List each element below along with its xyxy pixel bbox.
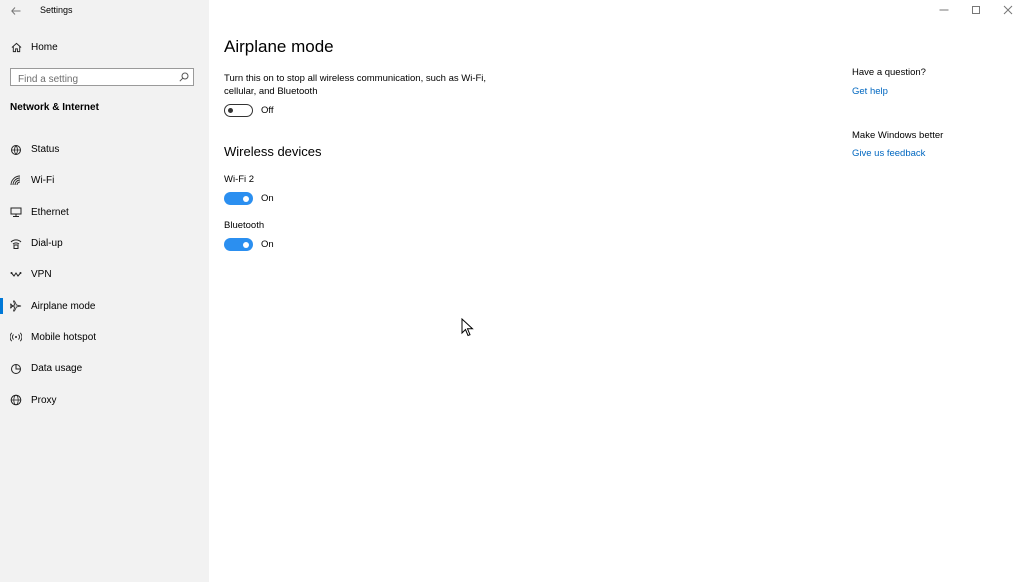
close-button[interactable]	[992, 0, 1024, 20]
window-controls	[928, 0, 1024, 20]
bluetooth-toggle[interactable]	[224, 238, 253, 251]
toggle-knob	[228, 107, 233, 113]
wifi-toggle-state: On	[261, 193, 274, 204]
sidebar-item-airplane-mode[interactable]: Airplane mode	[0, 290, 209, 321]
sidebar-item-label: Airplane mode	[31, 300, 96, 312]
proxy-icon	[10, 394, 22, 406]
sidebar-item-home[interactable]: Home	[0, 36, 209, 58]
sidebar-item-label: Proxy	[31, 394, 57, 406]
sidebar-item-label: Wi-Fi	[31, 175, 55, 187]
sidebar-item-proxy[interactable]: Proxy	[0, 384, 209, 415]
mouse-cursor-icon	[461, 318, 474, 337]
sidebar-item-vpn[interactable]: VPN	[0, 259, 209, 290]
sidebar: Settings Home Network & Internet Status …	[0, 0, 209, 582]
maximize-button[interactable]	[960, 0, 992, 20]
question-heading: Have a question?	[852, 67, 926, 78]
main-content: Airplane mode Turn this on to stop all w…	[224, 0, 824, 582]
back-button[interactable]	[6, 3, 26, 19]
search-icon[interactable]	[179, 72, 189, 82]
home-icon	[10, 41, 22, 53]
sidebar-item-dialup[interactable]: Dial-up	[0, 228, 209, 259]
close-icon	[1003, 5, 1013, 15]
bluetooth-toggle-state: On	[261, 239, 274, 250]
bluetooth-toggle-row: On	[224, 238, 274, 251]
search-input[interactable]	[11, 71, 178, 88]
status-icon	[10, 144, 22, 156]
minimize-button[interactable]	[928, 0, 960, 20]
toggle-knob	[243, 195, 249, 202]
wifi-icon	[10, 175, 22, 187]
vpn-icon	[10, 269, 22, 281]
maximize-icon	[972, 6, 980, 14]
wireless-devices-heading: Wireless devices	[224, 144, 322, 159]
get-help-link[interactable]: Get help	[852, 86, 888, 97]
back-arrow-icon	[11, 7, 21, 15]
airplane-toggle-state: Off	[261, 105, 274, 116]
hotspot-icon	[10, 331, 22, 343]
sidebar-item-label: Ethernet	[31, 206, 69, 218]
nav-list: Status Wi-Fi Ethernet Dial-up VPN Airpla…	[0, 134, 209, 416]
wifi-toggle[interactable]	[224, 192, 253, 205]
airplane-icon	[10, 300, 22, 312]
sidebar-item-mobile-hotspot[interactable]: Mobile hotspot	[0, 322, 209, 353]
sidebar-item-ethernet[interactable]: Ethernet	[0, 197, 209, 228]
sidebar-item-label: Status	[31, 144, 60, 156]
sidebar-item-data-usage[interactable]: Data usage	[0, 353, 209, 384]
airplane-mode-toggle[interactable]	[224, 104, 253, 117]
sidebar-item-status[interactable]: Status	[0, 134, 209, 165]
airplane-description: Turn this on to stop all wireless commun…	[224, 73, 487, 97]
bluetooth-device-label: Bluetooth	[224, 220, 265, 231]
sidebar-item-label: VPN	[31, 269, 52, 281]
page-title: Airplane mode	[224, 37, 334, 56]
ethernet-icon	[10, 206, 22, 218]
give-feedback-link[interactable]: Give us feedback	[852, 148, 925, 159]
home-label: Home	[31, 41, 58, 53]
search-box	[10, 68, 194, 88]
wifi-device-label: Wi-Fi 2	[224, 174, 255, 185]
sidebar-item-label: Data usage	[31, 363, 83, 375]
data-usage-icon	[10, 363, 22, 375]
sidebar-item-label: Dial-up	[31, 238, 63, 250]
section-heading: Network & Internet	[10, 102, 99, 113]
airplane-toggle-row: Off	[224, 104, 274, 117]
sidebar-item-label: Mobile hotspot	[31, 331, 97, 343]
feedback-heading: Make Windows better	[852, 130, 944, 141]
dialup-icon	[10, 238, 22, 250]
app-title: Settings	[40, 5, 73, 15]
minimize-icon	[939, 9, 949, 11]
wifi-toggle-row: On	[224, 192, 274, 205]
sidebar-item-wifi[interactable]: Wi-Fi	[0, 165, 209, 196]
toggle-knob	[243, 241, 249, 248]
